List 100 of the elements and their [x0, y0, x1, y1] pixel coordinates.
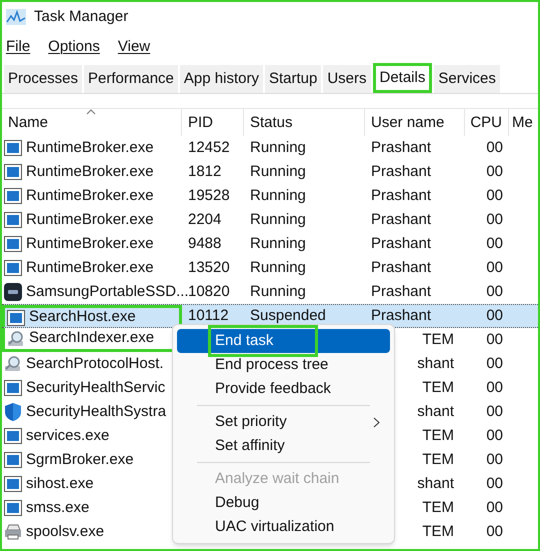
- cpu-cell-text: 00: [485, 330, 504, 350]
- process-name: RuntimeBroker.exe: [26, 162, 154, 182]
- user-name-cell-text: TEM: [422, 330, 454, 350]
- status-cell-text: Suspended: [249, 306, 327, 326]
- cpu-cell-text: 00: [485, 234, 504, 254]
- pid-cell-text: 10112: [187, 306, 230, 326]
- user-name-cell-text: shant: [417, 354, 454, 374]
- status-cell-text: Running: [249, 186, 307, 206]
- column-header[interactable]: PID: [182, 109, 244, 136]
- user-name-cell-text: TEM: [422, 498, 454, 518]
- pid-cell-text: 19528: [187, 186, 231, 206]
- status-cell-text: Running: [249, 162, 307, 182]
- status-cell-text: Running: [249, 234, 307, 254]
- user-name-cell-text: Prashant: [370, 138, 432, 158]
- status-cell-text: Running: [249, 282, 307, 302]
- app-window-icon: [4, 380, 22, 396]
- tab[interactable]: Details: [372, 63, 432, 93]
- app-window-icon: [7, 310, 25, 326]
- cpu-cell-text: 00: [485, 378, 504, 398]
- magnifier-icon: [4, 355, 22, 373]
- user-name-cell-text: Prashant: [370, 306, 432, 326]
- menu-bar-item[interactable]: File: [6, 36, 30, 58]
- app-window-icon: [4, 212, 22, 228]
- app-window-icon: [4, 452, 22, 468]
- selected-row[interactable]: SearchHost.exe 10112 Suspended Prashant 00: [2, 304, 538, 328]
- process-name: SamsungPortableSSD...: [26, 282, 189, 302]
- user-name-cell-text: Prashant: [370, 282, 432, 302]
- user-name-cell-text: TEM: [422, 426, 454, 446]
- process-name: RuntimeBroker.exe: [26, 210, 154, 230]
- process-name: SearchProtocolHost.: [26, 354, 164, 374]
- menu-bar-item[interactable]: View: [118, 36, 150, 58]
- cpu-cell-text: 00: [485, 450, 504, 470]
- menu-item[interactable]: Set affinity: [177, 434, 390, 458]
- column-header[interactable]: Me: [509, 109, 537, 136]
- process-name: RuntimeBroker.exe: [26, 138, 154, 158]
- app-window-icon: [4, 260, 22, 276]
- column-header[interactable]: Name: [2, 109, 182, 136]
- shield-icon: [4, 402, 22, 422]
- tab[interactable]: Users: [323, 65, 370, 93]
- user-name-cell-text: Prashant: [370, 258, 432, 278]
- app-window-icon: [4, 476, 22, 492]
- process-name: sihost.exe: [26, 474, 94, 494]
- app-window-icon: [4, 500, 22, 516]
- process-name: RuntimeBroker.exe: [26, 258, 154, 278]
- tab[interactable]: App history: [180, 65, 263, 93]
- cpu-cell-text: 00: [485, 426, 504, 446]
- ssd-app-icon: [4, 283, 22, 301]
- app-window-icon: [4, 236, 22, 252]
- menu-item[interactable]: UAC virtualization: [177, 515, 390, 539]
- tab[interactable]: Startup: [264, 65, 322, 93]
- process-name: SearchIndexer.exe: [29, 328, 154, 348]
- cpu-cell-text: 00: [485, 498, 504, 518]
- cpu-cell-text: 00: [485, 522, 504, 542]
- pid-cell-text: 13520: [187, 258, 231, 278]
- process-name: RuntimeBroker.exe: [26, 234, 154, 254]
- window-title: Task Manager: [34, 6, 128, 27]
- process-name: SecurityHealthServic: [26, 378, 166, 398]
- status-cell-text: Running: [249, 138, 307, 158]
- chevron-right-icon: [373, 416, 380, 428]
- cpu-cell-text: 00: [485, 306, 504, 326]
- process-name: services.exe: [26, 426, 110, 446]
- cpu-cell-text: 00: [485, 258, 504, 278]
- tab[interactable]: Services: [434, 65, 500, 93]
- status-cell-text: Running: [249, 258, 307, 278]
- cpu-cell-text: 00: [485, 162, 504, 182]
- user-name-cell-text: TEM: [422, 522, 454, 542]
- pid-cell-text: 1812: [187, 162, 222, 182]
- app-window-icon: [4, 188, 22, 204]
- cpu-cell-text: 00: [485, 474, 504, 494]
- cpu-cell-text: 00: [485, 138, 504, 158]
- tab[interactable]: Processes: [4, 65, 82, 93]
- cpu-cell-text: 00: [485, 354, 504, 374]
- app-window-icon: [4, 428, 22, 444]
- user-name-cell-text: Prashant: [370, 234, 432, 254]
- pid-cell-text: 2204: [187, 210, 222, 230]
- column-header[interactable]: CPU: [465, 109, 509, 136]
- cpu-cell-text: 00: [485, 186, 504, 206]
- process-name: RuntimeBroker.exe: [26, 186, 154, 206]
- user-name-cell-text: TEM: [422, 378, 454, 398]
- cpu-cell-text: 00: [485, 402, 504, 422]
- column-header[interactable]: Status: [244, 109, 365, 136]
- app-window-icon: [4, 140, 22, 156]
- menu-item[interactable]: Set priority: [177, 410, 390, 434]
- process-name: SearchHost.exe: [29, 307, 136, 328]
- process-name: spoolsv.exe: [26, 522, 104, 542]
- menu-item[interactable]: Debug: [177, 491, 390, 515]
- user-name-cell-text: shant: [417, 474, 454, 494]
- cpu-cell-text: 00: [485, 210, 504, 230]
- user-name-cell-text: shant: [417, 402, 454, 422]
- menu-bar-item[interactable]: Options: [48, 36, 100, 58]
- menu-item[interactable]: End process tree: [177, 353, 390, 377]
- tab[interactable]: Performance: [84, 65, 178, 93]
- process-name: SecurityHealthSystra: [26, 402, 166, 422]
- cpu-cell-text: 00: [485, 282, 504, 302]
- pid-cell-text: 12452: [187, 138, 231, 158]
- menu-item[interactable]: Provide feedback: [177, 377, 390, 401]
- user-name-cell-text: Prashant: [370, 210, 432, 230]
- app-logo-icon: [6, 9, 26, 25]
- column-header[interactable]: User name: [365, 109, 465, 136]
- user-name-cell-text: Prashant: [370, 186, 432, 206]
